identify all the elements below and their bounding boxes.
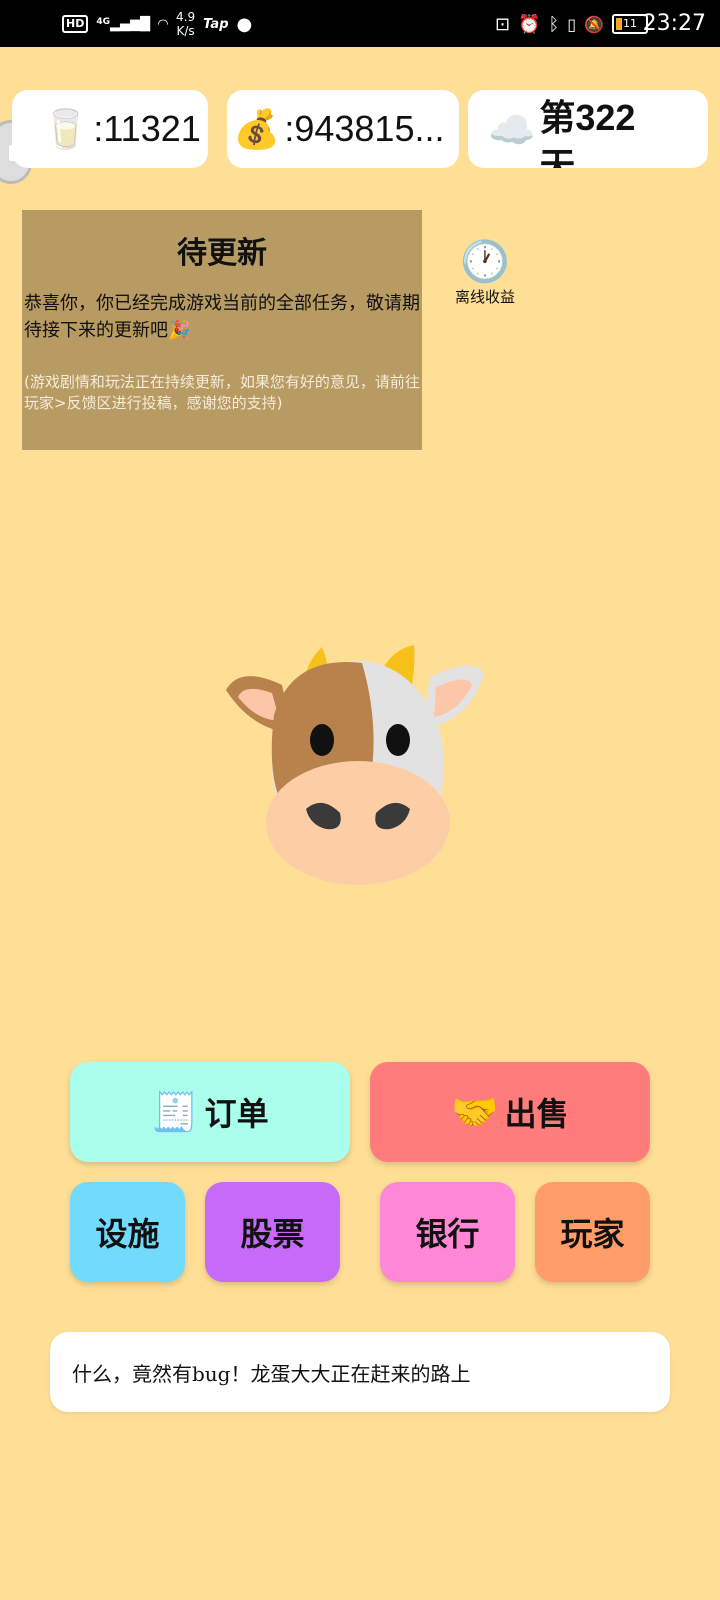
money-bag-icon: 💰 (233, 106, 281, 151)
offline-earnings-label: 离线收益 (454, 288, 515, 306)
cow-muzzle (266, 761, 450, 885)
cloud-icon: ☁️ (488, 108, 536, 152)
notice-title: 待更新 (177, 236, 267, 271)
message-text: 什么，竟然有bug！龙蛋大大正在赶来的路上 (72, 1361, 471, 1386)
receipt-icon: 🧾 (151, 1089, 199, 1134)
money-counter-card: 💰 :943815... (227, 90, 459, 168)
bank-button-label: 银行 (415, 1215, 480, 1253)
facilities-button[interactable]: 设施 (70, 1182, 185, 1282)
player-button-label: 玩家 (560, 1215, 625, 1253)
cow-eye-right (386, 724, 410, 756)
clock-icon: 🕐 (460, 239, 510, 285)
status-right: ⊡ ⏰ ᛒ ▯ 🔕 11 (495, 8, 648, 40)
facilities-button-label: 设施 (95, 1215, 160, 1253)
status-bar: HD 4G▂▄▆█ ◠ 4.9 K/s Tap ● ⊡ ⏰ ᛒ ▯ 🔕 11 2… (0, 0, 720, 47)
alarm-icon: ⏰ (518, 13, 541, 35)
milk-glass-icon: 🥛 (42, 106, 90, 151)
milk-counter-card: 🥛 :11321 (12, 90, 208, 168)
wifi-icon: ◠ (158, 16, 168, 32)
day-count: 第322天 (539, 97, 636, 168)
cast-icon: ⊡ (494, 13, 511, 35)
day-counter-card: ☁️ 第322天 (468, 90, 708, 168)
network-speed: 4.9 K/s (176, 10, 196, 38)
player-button[interactable]: 玩家 (535, 1182, 650, 1282)
bank-button[interactable]: 银行 (380, 1182, 515, 1282)
vibrate-icon: ▯ (567, 14, 577, 34)
order-button[interactable]: 🧾 订单 (70, 1062, 350, 1162)
order-button-label: 订单 (204, 1095, 269, 1133)
sell-button-label: 出售 (504, 1095, 569, 1133)
message-bar: 什么，竟然有bug！龙蛋大大正在赶来的路上 (50, 1332, 670, 1412)
stock-button-label: 股票 (240, 1215, 305, 1253)
handshake-icon: 🤝 (451, 1089, 499, 1134)
cow-eye-left (310, 724, 334, 756)
signal-icon: 4G▂▄▆█ (96, 16, 150, 32)
mute-icon: 🔕 (584, 14, 604, 34)
sell-button[interactable]: 🤝 出售 (370, 1062, 650, 1162)
bluetooth-icon: ᛒ (548, 13, 560, 35)
notice-note: (游戏剧情和玩法正在持续更新，如果您有好的意见，请前往玩家>反馈区进行投稿，感谢… (24, 373, 420, 412)
milk-count: :11321 (93, 108, 201, 149)
hd-badge: HD (62, 15, 89, 33)
offline-earnings-button[interactable]: 🕐 离线收益 (440, 238, 530, 307)
clock: 23:27 (642, 11, 706, 36)
cow-face-icon[interactable] (222, 645, 494, 895)
stock-button[interactable]: 股票 (205, 1182, 340, 1282)
tap-app-icon: Tap (203, 16, 229, 32)
update-notice-panel: 待更新 恭喜你，你已经完成游戏当前的全部任务，敬请期待接下来的更新吧🎉 (游戏剧… (22, 210, 422, 450)
money-count: :943815... (284, 108, 445, 149)
notice-body: 恭喜你，你已经完成游戏当前的全部任务，敬请期待接下来的更新吧🎉 (24, 293, 420, 341)
chat-icon: ● (236, 13, 253, 35)
status-left: HD 4G▂▄▆█ ◠ 4.9 K/s Tap ● (62, 8, 252, 40)
